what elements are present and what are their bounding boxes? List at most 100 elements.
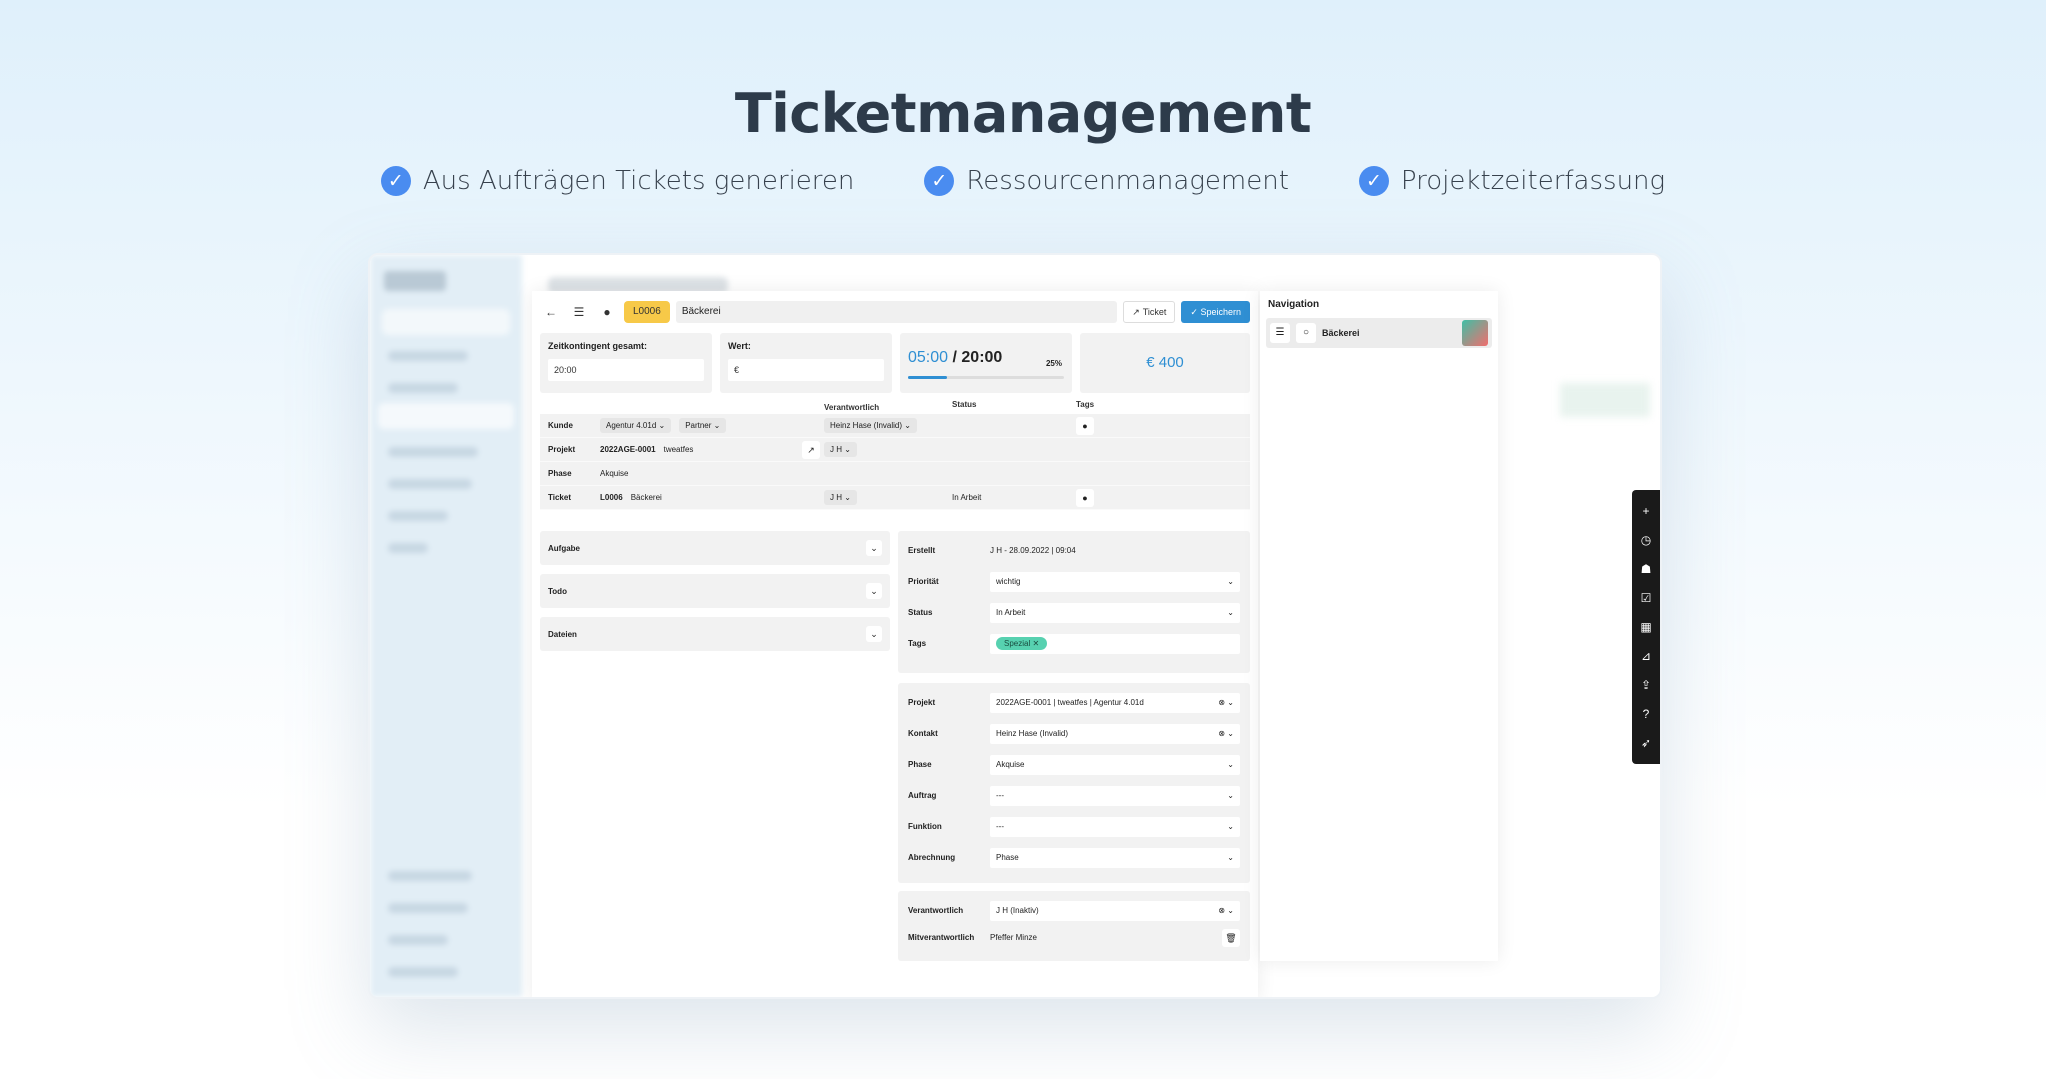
priority-select[interactable]: wichtig ⌄	[990, 571, 1240, 592]
check-icon: ✓	[924, 166, 955, 196]
tags-input[interactable]: Spezial ✕	[990, 633, 1240, 654]
rocket-icon[interactable]: ➶	[1641, 737, 1651, 749]
priority-value: wichtig	[996, 577, 1021, 586]
accordion-todo[interactable]: Todo ⌄	[540, 574, 890, 608]
upload-icon[interactable]: ⇪	[1641, 679, 1651, 691]
header-verantwortlich: Verantwortlich	[824, 402, 880, 412]
navigation-panel: Navigation ☰ ○ Bäckerei	[1260, 291, 1498, 961]
tag-chip[interactable]: Spezial ✕	[996, 637, 1048, 650]
list-icon[interactable]: ☰	[568, 301, 590, 323]
table-row: Ticket L0006 Bäckerei J H ⌄ In Arbeit ●	[540, 486, 1250, 510]
kunde-resp-select[interactable]: Heinz Hase (Invalid) ⌄	[824, 418, 917, 433]
status-select[interactable]: In Arbeit ⌄	[990, 602, 1240, 623]
accordion-dateien[interactable]: Dateien ⌄	[540, 617, 890, 651]
auftrag-select[interactable]: --- ⌄	[990, 785, 1240, 806]
phase-name: Akquise	[600, 469, 629, 478]
funktion-value: ---	[996, 822, 1004, 831]
abrechnung-value: Phase	[996, 853, 1019, 862]
blurred-sidebar	[370, 255, 522, 997]
external-link-icon: ↗	[1132, 307, 1140, 317]
chevron-down-icon: ⌄	[866, 583, 882, 599]
info-table-header: Verantwortlich Status Tags	[540, 400, 1250, 414]
resp-value: J H (Inaktiv)	[996, 906, 1039, 915]
coresp-value: Pfeffer Minze	[990, 933, 1037, 942]
value-input[interactable]: €	[728, 359, 884, 381]
resp-select[interactable]: J H (Inaktiv) ⊗ ⌄	[990, 900, 1240, 921]
funktion-select[interactable]: --- ⌄	[990, 816, 1240, 837]
accordion-label: Todo	[548, 586, 567, 596]
users-icon[interactable]: ☗	[1641, 563, 1652, 575]
chevron-down-icon: ⌄	[1227, 760, 1234, 769]
row-label: Kunde	[548, 421, 573, 430]
value-label: Wert:	[728, 341, 751, 351]
ticket-code: L0006	[600, 493, 623, 502]
chevron-down-icon: ⌄	[866, 626, 882, 642]
thumbnail-image	[1462, 320, 1488, 346]
progress-fill	[908, 376, 947, 379]
chevron-down-icon: ⌄	[1227, 853, 1234, 862]
ticket-resp-select[interactable]: J H ⌄	[824, 490, 857, 505]
feature-list: ✓ Aus Aufträgen Tickets generieren ✓ Resso…	[0, 166, 2046, 196]
trash-icon[interactable]: 🗑	[1222, 928, 1240, 947]
tag-icon[interactable]: ●	[1076, 488, 1094, 507]
status-icon: ○	[1296, 323, 1316, 343]
kontakt-select[interactable]: Heinz Hase (Invalid) ⊗ ⌄	[990, 723, 1240, 744]
quick-action-toolbar: + ◷ ☗ ☑ ▦ ⊿ ⇪ ? ➶	[1632, 490, 1660, 764]
budget-input[interactable]: 20:00	[548, 359, 704, 381]
chevron-down-icon: ⊗ ⌄	[1218, 729, 1234, 738]
auftrag-value: ---	[996, 791, 1004, 800]
kontakt-label: Kontakt	[908, 729, 938, 738]
budget-label: Zeitkontingent gesamt:	[548, 341, 648, 351]
navigation-item-label: Bäckerei	[1322, 328, 1360, 338]
projekt-code: 2022AGE-0001	[600, 445, 656, 454]
info-table: Verantwortlich Status Tags Kunde Agentur…	[540, 400, 1250, 510]
remove-tag-icon[interactable]: ✕	[1032, 639, 1039, 648]
ticket-number-badge[interactable]: L0006	[624, 301, 670, 323]
progress-percent: 25%	[1045, 359, 1062, 368]
chart-icon[interactable]: ⊿	[1641, 650, 1651, 662]
help-icon[interactable]: ?	[1643, 708, 1650, 720]
phase-label: Phase	[908, 760, 932, 769]
phase-select[interactable]: Akquise ⌄	[990, 754, 1240, 775]
accordion-aufgabe[interactable]: Aufgabe ⌄	[540, 531, 890, 565]
created-value: J H - 28.09.2022 | 09:04	[990, 546, 1076, 555]
back-arrow-icon[interactable]: ←	[540, 301, 562, 323]
table-row: Phase Akquise	[540, 462, 1250, 486]
kontakt-value: Heinz Hase (Invalid)	[996, 729, 1069, 738]
ticket-title-input[interactable]: Bäckerei	[675, 301, 1118, 323]
kunde-select[interactable]: Agentur 4.01d ⌄	[600, 418, 672, 433]
value-total: € 400	[1146, 354, 1184, 371]
navigation-title: Navigation	[1268, 299, 1320, 310]
navigation-item[interactable]: ☰ ○ Bäckerei	[1266, 318, 1492, 348]
plus-icon[interactable]: +	[1642, 505, 1649, 517]
table-row: Projekt 2022AGE-0001 tweatfes ↗ J H ⌄	[540, 438, 1250, 462]
chevron-down-icon: ⊗ ⌄	[1218, 698, 1234, 707]
calendar-icon[interactable]: ▦	[1640, 621, 1651, 633]
funktion-label: Funktion	[908, 822, 942, 831]
feature-item: ✓ Aus Aufträgen Tickets generieren	[380, 166, 854, 196]
summary-cards: Zeitkontingent gesamt: 20:00 Wert: € 05:…	[540, 333, 1250, 393]
partner-select[interactable]: Partner ⌄	[679, 418, 727, 433]
projekt-select[interactable]: 2022AGE-0001 | tweatfes | Agentur 4.01d ⊗…	[990, 692, 1240, 713]
clock-icon[interactable]: ◷	[1641, 534, 1651, 546]
budget-card: Zeitkontingent gesamt: 20:00	[540, 333, 712, 393]
priority-label: Priorität	[908, 577, 939, 586]
resp-label: Verantwortlich	[908, 906, 964, 915]
feature-label: Projektzeiterfassung	[1400, 166, 1666, 196]
save-button[interactable]: ✓ Speichern	[1181, 301, 1250, 323]
time-used: 05:00	[908, 349, 949, 366]
time-card: 05:00 / 20:00 25%	[900, 333, 1072, 393]
tag-icon[interactable]: ●	[1076, 416, 1094, 435]
projekt-resp-select[interactable]: J H ⌄	[824, 442, 857, 457]
abrechnung-select[interactable]: Phase ⌄	[990, 847, 1240, 868]
phase-value: Akquise	[996, 760, 1025, 769]
external-link-icon[interactable]: ↗	[802, 440, 820, 459]
projekt-name: tweatfes	[663, 445, 694, 454]
ticket-meta-box: Erstellt J H - 28.09.2022 | 09:04 Priorit…	[898, 531, 1250, 673]
checkbox-icon[interactable]: ☑	[1641, 592, 1652, 604]
status-check-icon[interactable]: ●	[596, 301, 618, 323]
open-ticket-label: Ticket	[1142, 307, 1167, 317]
open-ticket-button[interactable]: ↗ Ticket	[1123, 301, 1176, 323]
chevron-down-icon: ⌄	[866, 540, 882, 556]
time-separator: /	[948, 349, 962, 366]
